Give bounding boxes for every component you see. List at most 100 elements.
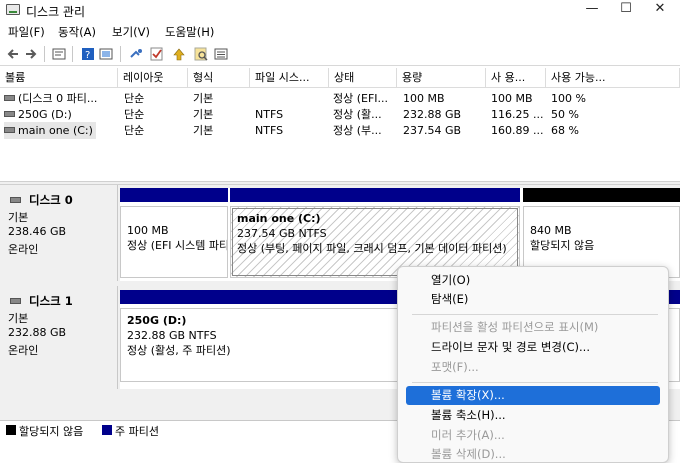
- menu-extend-volume[interactable]: 볼륨 확장(X)...: [406, 386, 660, 405]
- column-percent-free[interactable]: 사용 가능...: [546, 68, 680, 88]
- volume-list: 볼륨 레이아웃 형식 파일 시스... 상태 용량 사 용... 사용 가능..…: [0, 68, 680, 180]
- volume-file-system: NTFS: [255, 108, 284, 121]
- menu-view[interactable]: 보기(V): [112, 24, 150, 40]
- volume-percent-free: 50 %: [551, 108, 579, 121]
- disk-1-type: 기본: [8, 312, 29, 325]
- volume-percent-free: 100 %: [551, 92, 586, 105]
- volume-type: 기본: [193, 92, 214, 105]
- column-free-space[interactable]: 사 용...: [486, 68, 546, 88]
- volume-status: 정상 (EFI...: [333, 92, 389, 105]
- disk-1-size: 232.88 GB: [8, 326, 67, 339]
- efi-partition[interactable]: 100 MB 정상 (EFI 시스템 파티션): [120, 188, 228, 281]
- primary-swatch: [102, 425, 112, 435]
- volume-row[interactable]: (디스크 0 파티... 단순 기본 정상 (EFI... 100 MB 100…: [0, 90, 680, 107]
- menu-shrink-volume[interactable]: 볼륨 축소(H)...: [406, 406, 660, 425]
- menu-add-mirror: 미러 추가(A)...: [431, 428, 505, 442]
- list-icon[interactable]: [214, 47, 228, 61]
- forward-icon[interactable]: [24, 47, 38, 61]
- disk-management-icon: [6, 4, 20, 15]
- volume-layout: 단순: [124, 124, 145, 137]
- column-volume[interactable]: 볼륨: [0, 68, 118, 88]
- partition-size: 100 MB: [127, 224, 169, 237]
- disk-icon: [10, 298, 21, 304]
- console-icon[interactable]: [99, 47, 113, 61]
- disk-0-status: 온라인: [8, 243, 39, 256]
- volume-row[interactable]: 250G (D:) 단순 기본 NTFS 정상 (활... 232.88 GB …: [0, 106, 680, 123]
- disk-1-name: 디스크 1: [29, 294, 73, 308]
- volume-name: 250G (D:): [18, 108, 72, 121]
- title-bar: 디스크 관리 — ☐ ✕: [0, 0, 680, 20]
- svg-text:?: ?: [85, 50, 90, 61]
- volume-free-space: 100 MB: [491, 92, 533, 105]
- menu-delete-volume: 볼륨 삭제(D)...: [431, 447, 506, 461]
- volume-type: 기본: [193, 124, 214, 137]
- back-icon[interactable]: [6, 47, 20, 61]
- column-capacity[interactable]: 용량: [397, 68, 486, 88]
- volume-row[interactable]: main one (C:) 단순 기본 NTFS 정상 (부... 237.54…: [0, 122, 680, 139]
- partition-size: 237.54 GB NTFS: [237, 227, 327, 240]
- close-button[interactable]: ✕: [643, 0, 677, 20]
- drive-icon: [4, 95, 15, 101]
- check-icon[interactable]: [150, 47, 164, 61]
- toolbar-separator: [72, 46, 73, 62]
- maximize-button[interactable]: ☐: [609, 0, 643, 20]
- volume-status: 정상 (활...: [333, 108, 382, 121]
- search-icon[interactable]: [194, 47, 208, 61]
- volume-layout: 단순: [124, 108, 145, 121]
- connect-icon[interactable]: [129, 47, 143, 61]
- volume-file-system: NTFS: [255, 124, 284, 137]
- menu-file[interactable]: 파일(F): [8, 24, 45, 40]
- volume-type: 기본: [193, 108, 214, 121]
- up-icon[interactable]: [172, 47, 186, 61]
- menu-separator: [412, 314, 658, 315]
- volume-status: 정상 (부...: [333, 124, 382, 137]
- context-menu: 열기(O) 탐색(E) 파티션을 활성 파티션으로 표시(M) 드라이브 문자 …: [397, 266, 669, 463]
- properties-icon[interactable]: [52, 47, 66, 61]
- menu-action[interactable]: 동작(A): [58, 24, 96, 40]
- disk-icon: [10, 197, 21, 203]
- legend-primary: 주 파티션: [115, 425, 159, 438]
- volume-capacity: 232.88 GB: [403, 108, 462, 121]
- menu-help[interactable]: 도움말(H): [165, 24, 214, 40]
- volume-name: main one (C:): [18, 124, 93, 137]
- toolbar-separator: [44, 46, 45, 62]
- disk-0-size: 238.46 GB: [8, 225, 67, 238]
- volume-list-header: 볼륨 레이아웃 형식 파일 시스... 상태 용량 사 용... 사용 가능..…: [0, 68, 680, 88]
- drive-icon: [4, 127, 15, 133]
- toolbar: ?: [0, 42, 680, 66]
- column-file-system[interactable]: 파일 시스...: [250, 68, 329, 88]
- volume-capacity: 100 MB: [403, 92, 445, 105]
- legend-unallocated: 할당되지 않음: [19, 425, 84, 438]
- partition-size: 840 MB: [530, 224, 572, 237]
- partition-status: 정상 (EFI 시스템 파티션): [127, 239, 228, 252]
- disk-0-label[interactable]: 디스크 0 기본 238.46 GB 온라인: [0, 185, 118, 281]
- help-icon[interactable]: ?: [81, 47, 95, 61]
- menu-change-drive-letter[interactable]: 드라이브 문자 및 경로 변경(C)...: [406, 338, 660, 357]
- column-type[interactable]: 형식: [188, 68, 250, 88]
- column-layout[interactable]: 레이아웃: [118, 68, 188, 88]
- unallocated-swatch: [6, 425, 16, 435]
- drive-icon: [4, 111, 15, 117]
- primary-partition-bar: [230, 188, 520, 202]
- unallocated-bar: [523, 188, 680, 202]
- volume-free-space: 160.89 ...: [491, 124, 544, 137]
- volume-percent-free: 68 %: [551, 124, 579, 137]
- partition-status: 정상 (부팅, 페이지 파일, 크래시 덤프, 기본 데이터 파티션): [237, 242, 507, 255]
- partition-status: 할당되지 않음: [530, 239, 595, 252]
- disk-1-status: 온라인: [8, 344, 39, 357]
- menu-explore[interactable]: 탐색(E): [406, 290, 660, 309]
- minimize-button[interactable]: —: [575, 0, 609, 20]
- menu-format: 포맷(F)...: [431, 360, 479, 374]
- menu-bar: 파일(F) 동작(A) 보기(V) 도움말(H): [0, 21, 680, 41]
- volume-free-space: 116.25 ...: [491, 108, 544, 121]
- menu-separator: [412, 382, 658, 383]
- disk-1-label[interactable]: 디스크 1 기본 232.88 GB 온라인: [0, 286, 118, 389]
- menu-open[interactable]: 열기(O): [406, 271, 660, 290]
- column-status[interactable]: 상태: [329, 68, 397, 88]
- volume-capacity: 237.54 GB: [403, 124, 462, 137]
- window-title: 디스크 관리: [26, 5, 86, 19]
- disk-0-name: 디스크 0: [29, 193, 73, 207]
- primary-partition-bar: [120, 188, 228, 202]
- volume-name: (디스크 0 파티...: [18, 92, 98, 105]
- toolbar-separator: [120, 46, 121, 62]
